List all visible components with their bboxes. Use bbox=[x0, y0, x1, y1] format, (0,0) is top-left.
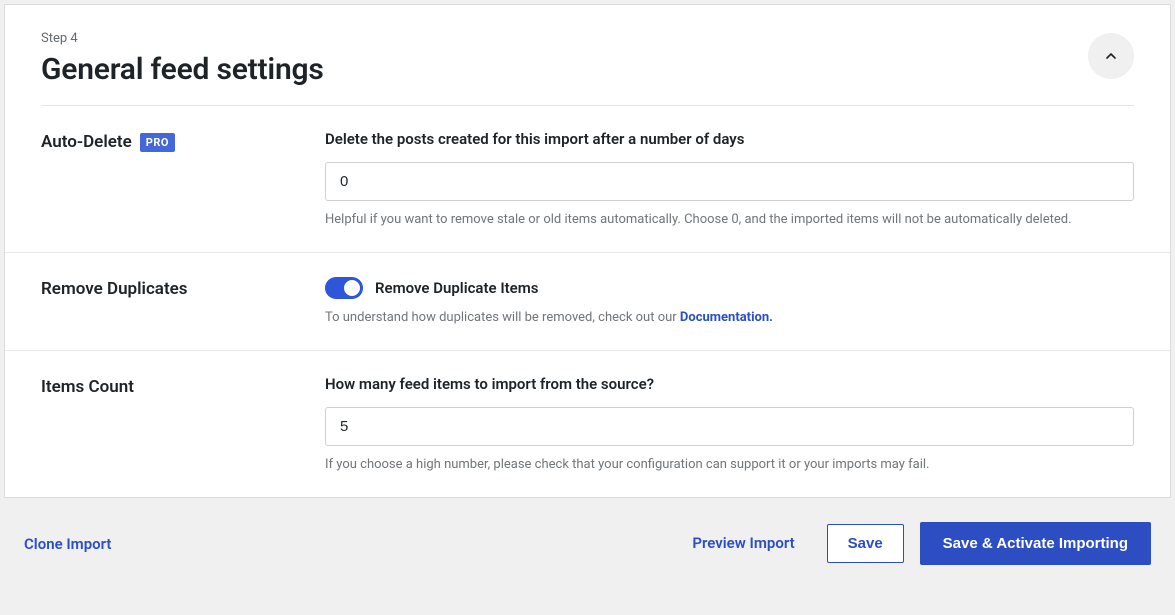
preview-import-link[interactable]: Preview Import bbox=[692, 534, 794, 552]
items-count-label-col: Items Count bbox=[41, 375, 325, 475]
step-label: Step 4 bbox=[41, 31, 324, 46]
footer: Clone Import Preview Import Save Save & … bbox=[0, 502, 1175, 585]
footer-left: Clone Import bbox=[24, 534, 111, 553]
auto-delete-help: Helpful if you want to remove stale or o… bbox=[325, 211, 1134, 230]
save-activate-button[interactable]: Save & Activate Importing bbox=[920, 522, 1151, 565]
pro-badge: PRO bbox=[140, 133, 175, 152]
remove-duplicates-help-prefix: To understand how duplicates will be rem… bbox=[325, 310, 680, 325]
items-count-description: How many feed items to import from the s… bbox=[325, 375, 1134, 393]
auto-delete-input[interactable] bbox=[325, 162, 1134, 201]
auto-delete-label-col: Auto-Delete PRO bbox=[41, 130, 325, 230]
auto-delete-label: Auto-Delete bbox=[41, 132, 132, 152]
chevron-up-icon bbox=[1103, 48, 1119, 64]
items-count-row: Items Count How many feed items to impor… bbox=[5, 351, 1170, 497]
remove-duplicates-row: Remove Duplicates Remove Duplicate Items… bbox=[5, 253, 1170, 351]
footer-right: Preview Import Save Save & Activate Impo… bbox=[692, 522, 1151, 565]
remove-duplicates-label-col: Remove Duplicates bbox=[41, 277, 325, 328]
items-count-input[interactable] bbox=[325, 407, 1134, 446]
page-title: General feed settings bbox=[41, 52, 324, 87]
auto-delete-content: Delete the posts created for this import… bbox=[325, 130, 1134, 230]
auto-delete-row: Auto-Delete PRO Delete the posts created… bbox=[5, 106, 1170, 253]
settings-panel: Step 4 General feed settings Auto-Delete… bbox=[4, 4, 1171, 498]
documentation-link[interactable]: Documentation. bbox=[680, 310, 773, 325]
toggle-knob bbox=[344, 280, 360, 296]
remove-duplicates-help: To understand how duplicates will be rem… bbox=[325, 309, 1134, 328]
footer-buttons: Save Save & Activate Importing bbox=[827, 522, 1151, 565]
items-count-content: How many feed items to import from the s… bbox=[325, 375, 1134, 475]
remove-duplicates-content: Remove Duplicate Items To understand how… bbox=[325, 277, 1134, 328]
panel-header-text: Step 4 General feed settings bbox=[41, 31, 324, 87]
remove-duplicates-toggle-row: Remove Duplicate Items bbox=[325, 277, 1134, 299]
remove-duplicates-toggle[interactable] bbox=[325, 277, 363, 299]
remove-duplicates-toggle-label: Remove Duplicate Items bbox=[375, 279, 538, 297]
items-count-help: If you choose a high number, please chec… bbox=[325, 456, 1134, 475]
clone-import-link[interactable]: Clone Import bbox=[24, 535, 111, 553]
remove-duplicates-label: Remove Duplicates bbox=[41, 279, 188, 299]
panel-header: Step 4 General feed settings bbox=[5, 5, 1170, 105]
items-count-label: Items Count bbox=[41, 377, 134, 397]
collapse-button[interactable] bbox=[1088, 33, 1134, 79]
auto-delete-description: Delete the posts created for this import… bbox=[325, 130, 1134, 148]
save-button[interactable]: Save bbox=[827, 524, 904, 563]
